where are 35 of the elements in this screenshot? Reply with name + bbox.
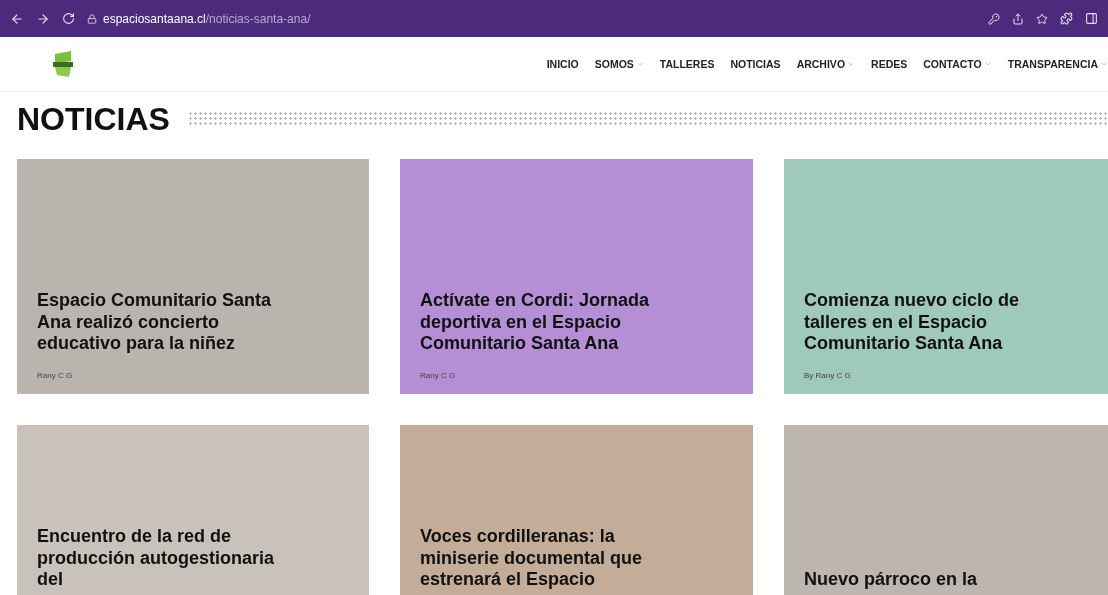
post-author: By Rany C G [804, 371, 852, 380]
back-icon[interactable] [10, 11, 24, 26]
address-bar[interactable]: espaciosantaana.cl/noticias-santa-ana/ [87, 11, 976, 26]
forward-icon[interactable] [36, 11, 50, 26]
puzzle-icon[interactable] [1060, 12, 1073, 25]
bookmark-star-icon[interactable] [1036, 12, 1048, 25]
share-icon[interactable] [1012, 12, 1024, 25]
nav-link[interactable]: TRANSPARENCIA [1007, 56, 1108, 72]
nav-link[interactable]: CONTACTO [923, 56, 992, 72]
lock-icon [87, 13, 97, 24]
nav-link[interactable]: ARCHIVO [796, 56, 856, 72]
reload-icon[interactable] [62, 12, 75, 25]
post-author: Rany C G [420, 371, 457, 380]
post-title[interactable]: Voces cordilleranas: la miniserie documental que estrenará el Espacio [420, 526, 665, 591]
nav-link[interactable]: REDES [871, 56, 908, 72]
post-title[interactable]: Espacio Comunitario Santa Ana realizó concierto educativo para la niñez [37, 290, 282, 355]
post-card[interactable]: Voces cordilleranas: la miniserie documental que estrenará el Espacio [400, 425, 753, 595]
nav-link[interactable]: TALLERES [659, 56, 715, 72]
key-icon[interactable] [988, 12, 1000, 25]
sidebar-icon[interactable] [1085, 12, 1098, 25]
post-card[interactable]: Comienza nuevo ciclo de talleres en el Espacio Comunitario Santa Ana By Rany C G [784, 159, 1108, 394]
post-card[interactable]: Espacio Comunitario Santa Ana realizó concierto educativo para la niñez Rany C G [17, 159, 369, 394]
page-title: NOTICIAS [17, 100, 170, 138]
post-title[interactable]: Encuentro de la red de producción autogestionaria del [37, 526, 282, 591]
post-card[interactable]: Actívate en Cordi: Jornada deportiva en el Espacio Comunitario Santa Ana Rany C G [400, 159, 753, 394]
nav-link[interactable]: NOTICIAS [730, 56, 781, 72]
nav-link[interactable]: INICIO [546, 56, 579, 72]
post-title[interactable]: Actívate en Cordi: Jornada deportiva en el Espacio Comunitario Santa Ana [420, 290, 665, 355]
nav-link[interactable]: SOMOS [594, 56, 644, 72]
post-card[interactable]: Nuevo párroco en la [784, 425, 1108, 595]
post-author: Rany C G [37, 371, 74, 380]
logo-icon[interactable] [52, 50, 74, 78]
post-card[interactable]: Encuentro de la red de producción autogestionaria del [17, 425, 369, 595]
post-title[interactable]: Comienza nuevo ciclo de talleres en el Espacio Comunitario Santa Ana [804, 290, 1049, 355]
post-title[interactable]: Nuevo párroco en la [804, 569, 1049, 591]
